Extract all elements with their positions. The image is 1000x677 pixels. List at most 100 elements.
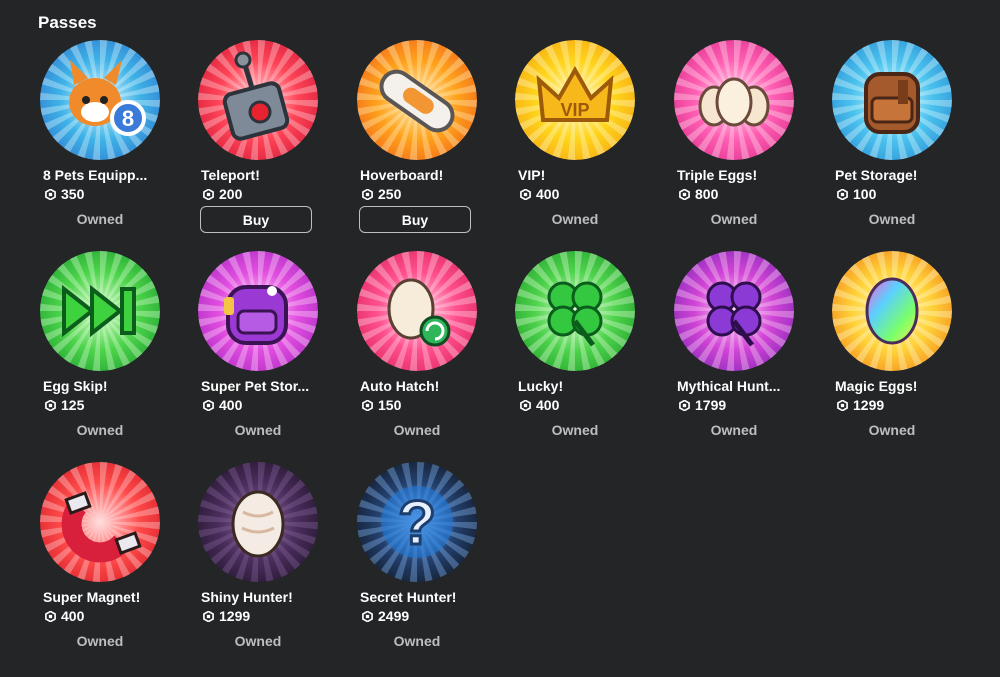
teleport-button-icon xyxy=(198,40,318,160)
pass-thumbnail[interactable] xyxy=(198,40,318,160)
pass-price: 200 xyxy=(198,186,318,202)
pass-thumbnail[interactable]: 8 xyxy=(40,40,160,160)
clover-icon xyxy=(515,251,635,371)
dog-pet-icon: 8 xyxy=(40,40,160,160)
pass-card[interactable]: Lucky! 400 Owned xyxy=(515,251,635,438)
robux-icon xyxy=(837,399,848,411)
price-value: 400 xyxy=(536,397,560,413)
pass-name[interactable]: Lucky! xyxy=(515,378,633,394)
pass-price: 1799 xyxy=(674,397,794,413)
pass-thumbnail[interactable] xyxy=(515,251,635,371)
pass-card[interactable]: Super Magnet! 400 Owned xyxy=(40,462,160,649)
pass-card[interactable]: Teleport! 200 Buy xyxy=(198,40,318,233)
triple-eggs-icon xyxy=(674,40,794,160)
pass-name[interactable]: Teleport! xyxy=(198,167,316,183)
pass-card[interactable]: VIP VIP! 400 Owned xyxy=(515,40,635,227)
buy-button[interactable]: Buy xyxy=(359,206,471,233)
pass-price: 400 xyxy=(198,397,318,413)
robux-icon xyxy=(203,188,214,200)
pass-card[interactable]: 8 8 Pets Equipp... 350 Owned xyxy=(40,40,160,227)
pass-card[interactable]: ? Secret Hunter! 2499 Owned xyxy=(357,462,477,649)
section-title: Passes xyxy=(38,13,97,32)
pass-name[interactable]: Shiny Hunter! xyxy=(198,589,316,605)
pass-thumbnail[interactable] xyxy=(198,251,318,371)
pass-thumbnail[interactable] xyxy=(40,462,160,582)
pass-card[interactable]: Super Pet Stor... 400 Owned xyxy=(198,251,318,438)
pass-name[interactable]: 8 Pets Equipp... xyxy=(40,167,158,183)
owned-status: Owned xyxy=(76,633,124,649)
robux-icon xyxy=(837,188,848,200)
pass-name[interactable]: Triple Eggs! xyxy=(674,167,792,183)
pass-price: 2499 xyxy=(357,608,477,624)
pass-card[interactable]: Hoverboard! 250 Buy xyxy=(357,40,477,233)
pass-card[interactable]: Shiny Hunter! 1299 Owned xyxy=(198,462,318,649)
pass-thumbnail[interactable] xyxy=(40,251,160,371)
price-value: 350 xyxy=(61,186,85,202)
pass-thumbnail[interactable] xyxy=(674,40,794,160)
pass-price: 1299 xyxy=(198,608,318,624)
price-value: 800 xyxy=(695,186,719,202)
owned-status: Owned xyxy=(234,422,282,438)
price-value: 150 xyxy=(378,397,402,413)
pass-name[interactable]: Egg Skip! xyxy=(40,378,158,394)
pass-card[interactable]: Triple Eggs! 800 Owned xyxy=(674,40,794,227)
robux-icon xyxy=(362,399,373,411)
pass-name[interactable]: Mythical Hunt... xyxy=(674,378,792,394)
owned-status: Owned xyxy=(76,422,124,438)
robux-icon xyxy=(362,188,373,200)
pass-thumbnail[interactable] xyxy=(832,251,952,371)
pass-card[interactable]: Egg Skip! 125 Owned xyxy=(40,251,160,438)
robux-icon xyxy=(45,399,56,411)
robux-icon xyxy=(679,188,690,200)
pass-name[interactable]: Hoverboard! xyxy=(357,167,475,183)
price-value: 125 xyxy=(61,397,85,413)
price-value: 200 xyxy=(219,186,243,202)
pass-card[interactable]: Magic Eggs! 1299 Owned xyxy=(832,251,952,438)
pass-thumbnail[interactable]: ? xyxy=(357,462,477,582)
pass-name[interactable]: Magic Eggs! xyxy=(832,378,950,394)
price-value: 400 xyxy=(536,186,560,202)
pass-price: 125 xyxy=(40,397,160,413)
pass-thumbnail[interactable] xyxy=(357,251,477,371)
pass-price: 350 xyxy=(40,186,160,202)
pass-thumbnail[interactable] xyxy=(198,462,318,582)
pass-card[interactable]: Mythical Hunt... 1799 Owned xyxy=(674,251,794,438)
pass-card[interactable]: Auto Hatch! 150 Owned xyxy=(357,251,477,438)
pass-name[interactable]: Super Pet Stor... xyxy=(198,378,316,394)
pass-thumbnail[interactable] xyxy=(674,251,794,371)
pass-name[interactable]: Auto Hatch! xyxy=(357,378,475,394)
robux-icon xyxy=(45,610,56,622)
pass-thumbnail[interactable]: VIP xyxy=(515,40,635,160)
pass-thumbnail[interactable] xyxy=(832,40,952,160)
robux-icon xyxy=(45,188,56,200)
price-value: 400 xyxy=(219,397,243,413)
owned-status: Owned xyxy=(868,211,916,227)
pass-name[interactable]: Secret Hunter! xyxy=(357,589,475,605)
price-value: 2499 xyxy=(378,608,410,624)
purple-backpack-icon xyxy=(198,251,318,371)
owned-status: Owned xyxy=(234,633,282,649)
owned-status: Owned xyxy=(710,422,758,438)
pass-price: 400 xyxy=(515,186,635,202)
owned-status: Owned xyxy=(551,422,599,438)
pass-price: 800 xyxy=(674,186,794,202)
svg-text:?: ? xyxy=(398,489,436,558)
robux-icon xyxy=(203,399,214,411)
pass-name[interactable]: Super Magnet! xyxy=(40,589,158,605)
robux-icon xyxy=(203,610,214,622)
pass-name[interactable]: Pet Storage! xyxy=(832,167,950,183)
owned-status: Owned xyxy=(76,211,124,227)
pass-name[interactable]: VIP! xyxy=(515,167,633,183)
pass-price: 400 xyxy=(40,608,160,624)
price-value: 400 xyxy=(61,608,85,624)
robux-icon xyxy=(679,399,690,411)
buy-button[interactable]: Buy xyxy=(200,206,312,233)
skip-forward-icon xyxy=(40,251,160,371)
rainbow-egg-icon xyxy=(832,251,952,371)
svg-text:8: 8 xyxy=(122,106,134,131)
owned-status: Owned xyxy=(710,211,758,227)
pass-thumbnail[interactable] xyxy=(357,40,477,160)
pass-card[interactable]: Pet Storage! 100 Owned xyxy=(832,40,952,227)
shiny-egg-icon xyxy=(198,462,318,582)
price-value: 250 xyxy=(378,186,402,202)
